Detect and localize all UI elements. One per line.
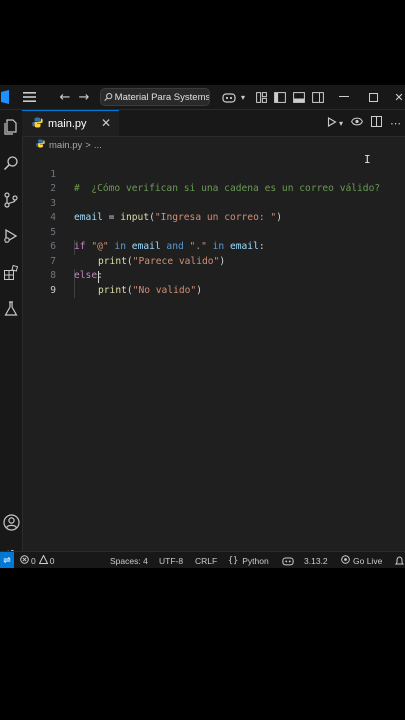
copilot-status-icon[interactable]	[282, 552, 294, 568]
remote-indicator-icon[interactable]: ⇌	[0, 552, 14, 568]
testing-flask-icon[interactable]	[0, 298, 22, 320]
explorer-icon[interactable]	[0, 116, 22, 138]
go-live-button[interactable]: Go Live	[341, 552, 382, 568]
split-editor-icon[interactable]	[371, 116, 382, 130]
open-changes-icon[interactable]	[351, 116, 363, 130]
extensions-icon[interactable]	[0, 262, 22, 284]
vscode-logo-icon	[0, 88, 10, 106]
search-icon[interactable]	[0, 152, 22, 174]
warning-count: 0	[49, 555, 55, 566]
code-line: 7 else:	[22, 240, 405, 282]
notifications-bell-icon[interactable]	[395, 552, 404, 568]
vscode-window: ← → Material Para SystemsBN ▾ ✕	[0, 85, 405, 568]
code-line: 4	[22, 197, 405, 223]
text-cursor	[98, 271, 99, 283]
python-file-icon	[36, 139, 45, 151]
python-file-icon	[32, 117, 44, 131]
line-number: 9	[50, 284, 56, 296]
error-count: 0	[31, 555, 36, 566]
breadcrumb: main.py > ...	[22, 137, 102, 153]
back-arrow-icon[interactable]: ←	[58, 88, 72, 106]
code-line: 5 if "@" in email and "." in email:	[22, 211, 405, 253]
language-label: Python	[242, 555, 269, 566]
more-actions-icon[interactable]: ⋯	[390, 117, 401, 130]
editor-actions: ▾ ⋯	[327, 110, 405, 136]
problems-indicator[interactable]: 0 0	[20, 552, 54, 568]
run-options-chevron-icon[interactable]: ▾	[339, 119, 343, 128]
copilot-icon[interactable]	[219, 88, 239, 106]
breadcrumb-file[interactable]: main.py	[49, 140, 82, 151]
code-line: 6 print("Parece valido")	[22, 226, 405, 267]
maximize-icon[interactable]	[367, 88, 379, 106]
warning-icon	[38, 554, 49, 566]
title-bar: ← → Material Para SystemsBN ▾ ✕	[0, 85, 405, 110]
language-mode[interactable]: {} Python	[228, 552, 269, 568]
indentation-status[interactable]: Spaces: 4	[110, 552, 148, 568]
mouse-ibeam-cursor-icon: I	[364, 153, 371, 166]
go-live-label: Go Live	[353, 555, 383, 566]
status-bar: ⇌ 0 0 Spaces: 4 UTF-8 CRLF {} Python 3.1…	[0, 551, 405, 568]
run-python-file-icon[interactable]	[327, 116, 337, 130]
close-tab-icon[interactable]: ✕	[101, 116, 111, 130]
breadcrumb-separator: >	[85, 139, 91, 151]
code-text: print("No valido")	[98, 284, 202, 296]
eol-status[interactable]: CRLF	[195, 552, 217, 568]
minimize-icon[interactable]	[338, 88, 350, 106]
encoding-status[interactable]: UTF-8	[159, 552, 183, 568]
code-line: 3 email = input("Ingresa un correo: ")	[22, 182, 405, 224]
activity-bar	[0, 110, 23, 565]
code-line-active: 9	[22, 269, 405, 296]
command-center-search[interactable]: Material Para SystemsBN	[100, 88, 210, 106]
code-line: 2	[22, 168, 405, 194]
tab-label: main.py	[48, 117, 87, 130]
tab-main-py[interactable]: main.py ✕	[22, 110, 119, 136]
editor-tab-bar: main.py ✕ ▾ ⋯	[22, 110, 405, 137]
close-window-icon[interactable]: ✕	[393, 88, 405, 106]
braces-icon: {}	[228, 555, 239, 566]
menu-icon[interactable]	[20, 88, 38, 106]
search-icon	[104, 93, 113, 102]
code-editor[interactable]: 1 # ¿Cómo verifican si una cadena es un …	[22, 153, 405, 558]
breadcrumb-symbols[interactable]: ...	[94, 140, 102, 151]
toggle-primary-sidebar-icon[interactable]	[273, 88, 287, 106]
forward-arrow-icon[interactable]: →	[77, 88, 91, 106]
run-debug-icon[interactable]	[0, 225, 22, 247]
source-control-icon[interactable]	[0, 189, 22, 211]
toggle-secondary-sidebar-icon[interactable]	[311, 88, 325, 106]
code-line: 8 print("No valido")	[22, 255, 405, 296]
customize-layout-icon[interactable]	[254, 88, 268, 106]
toggle-panel-icon[interactable]	[292, 88, 306, 106]
broadcast-icon	[341, 555, 350, 566]
chevron-down-icon[interactable]: ▾	[239, 88, 247, 106]
python-version[interactable]: 3.13.2	[304, 552, 328, 568]
code-line: 1 # ¿Cómo verifican si una cadena es un …	[22, 153, 405, 195]
search-text: Material Para SystemsBN	[114, 91, 209, 103]
error-icon	[20, 555, 29, 566]
account-icon[interactable]	[0, 511, 22, 533]
